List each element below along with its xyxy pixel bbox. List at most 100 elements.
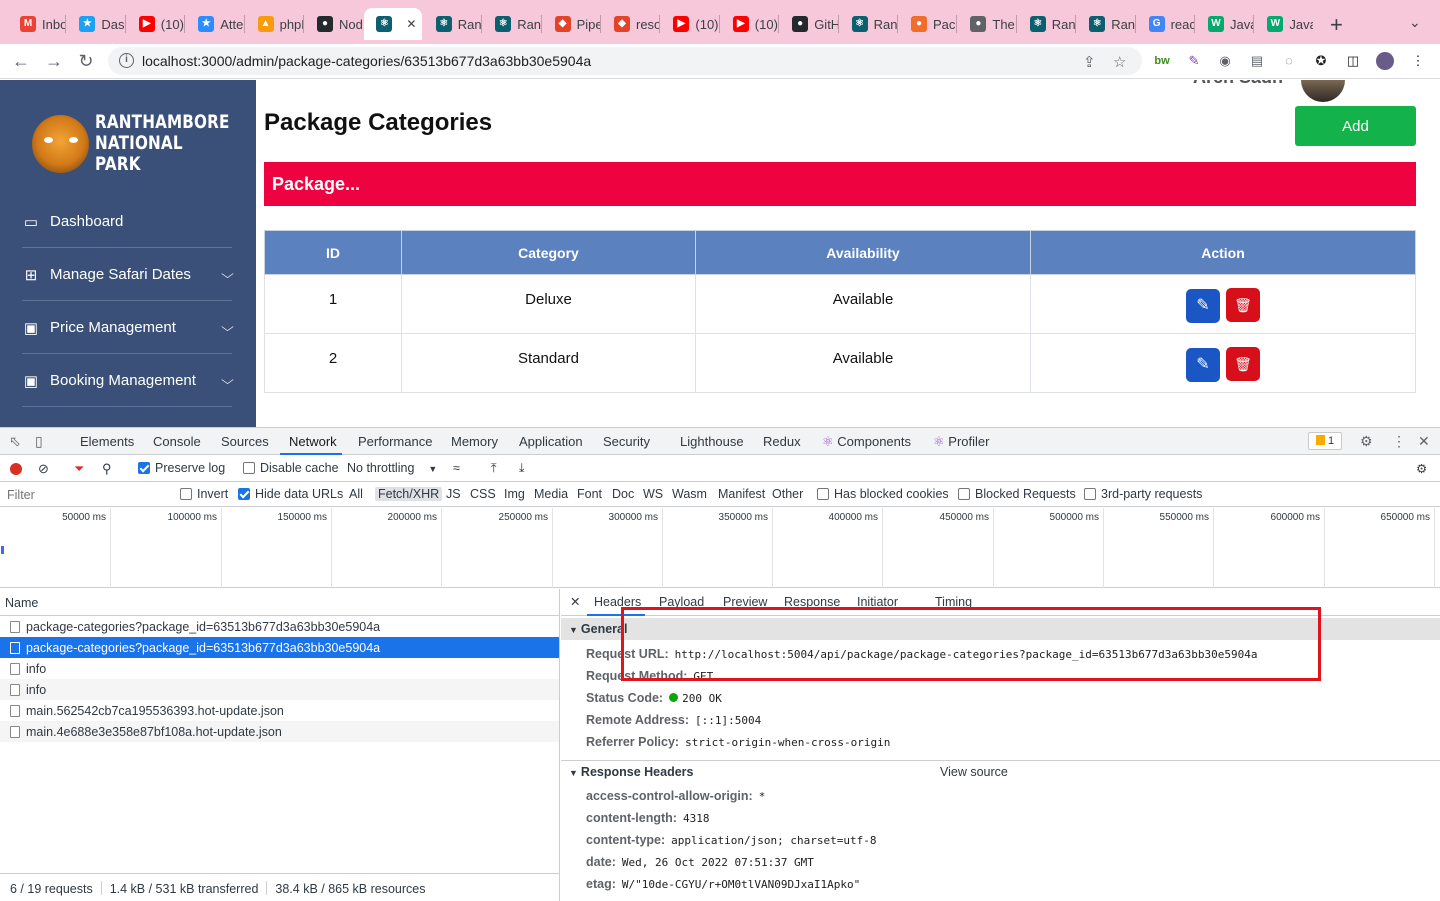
devtools-tab-elements[interactable]: Elements: [80, 434, 134, 449]
filter-type-fetch-xhr[interactable]: Fetch/XHR: [375, 487, 443, 501]
filter-type-ws[interactable]: WS: [643, 487, 663, 501]
browser-tab[interactable]: ⚛ Ranthambore: [1018, 8, 1075, 40]
back-arrow-icon[interactable]: ←: [9, 49, 33, 73]
devtools-tab-redux[interactable]: Redux: [763, 434, 801, 449]
clear-icon[interactable]: ⊘: [38, 461, 49, 477]
close-tab-icon[interactable]: ✕: [406, 17, 416, 31]
browser-tab-active[interactable]: ⚛ ✕: [364, 8, 422, 40]
request-row[interactable]: package-categories?package_id=63513b677d…: [0, 616, 559, 637]
device-toolbar-icon[interactable]: ▯: [35, 433, 43, 450]
browser-tab[interactable]: Greact: [1137, 8, 1194, 40]
close-detail-icon[interactable]: ✕: [570, 594, 580, 609]
request-row[interactable]: info: [0, 658, 559, 679]
browser-tab[interactable]: ● The: [958, 8, 1015, 40]
settings-gear-icon[interactable]: ⚙: [1360, 433, 1373, 450]
name-column-header[interactable]: Name: [0, 589, 559, 616]
browser-tab[interactable]: ▶ (10): [661, 8, 719, 40]
devtools-tab-components[interactable]: ⚛ Components: [822, 434, 911, 450]
filter-type-js[interactable]: JS: [446, 487, 461, 501]
devtools-tab-console[interactable]: Console: [153, 434, 201, 449]
filter-type-doc[interactable]: Doc: [612, 487, 634, 501]
filter-type-wasm[interactable]: Wasm: [672, 487, 707, 501]
add-button[interactable]: Add: [1295, 106, 1416, 146]
filter-type-manifest[interactable]: Manifest: [718, 487, 765, 501]
browser-tab[interactable]: ● Node: [305, 8, 362, 40]
devtools-menu-icon[interactable]: ⋮: [1392, 433, 1406, 450]
browser-tab[interactable]: ⚛ Ranthambore: [840, 8, 897, 40]
new-tab-button[interactable]: +: [1330, 12, 1343, 38]
export-har-icon[interactable]: ⤓: [519, 461, 525, 476]
extension-bw-icon[interactable]: bw: [1153, 52, 1171, 70]
extension-circle-icon[interactable]: ◌: [1280, 52, 1298, 70]
share-icon[interactable]: ⇪: [1083, 53, 1096, 71]
view-source-link[interactable]: View source: [940, 765, 1008, 779]
hide-data-urls-checkbox[interactable]: Hide data URLs: [238, 487, 343, 501]
devtools-tab-network[interactable]: Network: [289, 434, 337, 449]
browser-tab[interactable]: ★ Dashboard: [67, 8, 125, 40]
browser-tab[interactable]: ▲ phpMyAdmin: [246, 8, 303, 40]
detail-tab-initiator[interactable]: Initiator: [857, 595, 898, 609]
preserve-log-checkbox[interactable]: Preserve log: [138, 461, 225, 475]
tab-search-chevron-icon[interactable]: ⌄: [1409, 14, 1421, 31]
response-headers-section-header[interactable]: ▼ Response Headers View source: [561, 760, 1440, 782]
detail-tab-headers[interactable]: Headers: [594, 595, 641, 609]
extension-wallet-icon[interactable]: ◉: [1216, 52, 1234, 70]
throttling-select[interactable]: No throttling ▼: [347, 461, 437, 475]
import-har-icon[interactable]: ⤒: [491, 461, 497, 476]
has-blocked-cookies-checkbox[interactable]: Has blocked cookies: [817, 487, 949, 501]
user-avatar[interactable]: [1301, 80, 1345, 102]
browser-tab[interactable]: ⚛ Ranthambore: [1077, 8, 1135, 40]
devtools-tab-application[interactable]: Application: [519, 434, 583, 449]
browser-tab[interactable]: ⚛ Ranthambore: [483, 8, 541, 40]
extension-new-icon[interactable]: ▤: [1248, 52, 1266, 70]
filter-type-other[interactable]: Other: [772, 487, 803, 501]
park-logo[interactable]: RANTHAMBORE NATIONAL PARK: [32, 112, 264, 175]
network-settings-gear-icon[interactable]: ⚙: [1416, 461, 1427, 476]
browser-tab[interactable]: ● GitHub: [780, 8, 838, 40]
filter-type-img[interactable]: Img: [504, 487, 525, 501]
network-conditions-icon[interactable]: ≈: [453, 461, 460, 475]
browser-tab[interactable]: M Inbox: [8, 8, 65, 40]
edit-button[interactable]: ✎: [1186, 289, 1220, 323]
devtools-tab-lighthouse[interactable]: Lighthouse: [680, 434, 744, 449]
devtools-tab-security[interactable]: Security: [603, 434, 650, 449]
detail-tab-timing[interactable]: Timing: [935, 595, 972, 609]
general-section-header[interactable]: ▼ General: [561, 618, 1440, 640]
sidebar-item-dashboard[interactable]: ▭ Dashboard: [22, 196, 232, 248]
browser-tab[interactable]: ▶ (10): [127, 8, 184, 40]
network-timeline-overview[interactable]: 50000 ms 100000 ms 150000 ms 200000 ms 25000…: [0, 508, 1440, 588]
browser-tab[interactable]: ▶ (10): [721, 8, 778, 40]
bookmark-star-icon[interactable]: ☆: [1113, 53, 1126, 71]
disable-cache-checkbox[interactable]: Disable cache: [243, 461, 339, 475]
issues-badge[interactable]: 1: [1308, 432, 1342, 450]
inspect-element-icon[interactable]: ⬁: [9, 433, 21, 450]
extensions-puzzle-icon[interactable]: ✪: [1312, 52, 1330, 70]
detail-tab-response[interactable]: Response: [784, 595, 840, 609]
request-row[interactable]: main.4e688e3e358e87bf108a.hot-update.jso…: [0, 721, 559, 742]
site-info-icon[interactable]: i: [119, 53, 134, 68]
close-devtools-icon[interactable]: ✕: [1418, 433, 1430, 450]
devtools-tab-sources[interactable]: Sources: [221, 434, 269, 449]
search-icon[interactable]: ⚲: [102, 461, 112, 477]
browser-tab[interactable]: ◆ resources: [602, 8, 659, 40]
request-row[interactable]: main.562542cb7ca195536393.hot-update.jso…: [0, 700, 559, 721]
record-icon[interactable]: [10, 463, 22, 475]
devtools-tab-memory[interactable]: Memory: [451, 434, 498, 449]
detail-tab-preview[interactable]: Preview: [723, 595, 767, 609]
filter-input[interactable]: [4, 485, 166, 504]
browser-tab[interactable]: W JavaScript: [1196, 8, 1253, 40]
browser-tab[interactable]: ⚛ Ranthambore: [424, 8, 481, 40]
request-row[interactable]: info: [0, 679, 559, 700]
delete-button[interactable]: 🗑: [1226, 288, 1260, 322]
filter-type-media[interactable]: Media: [534, 487, 568, 501]
devtools-tab-performance[interactable]: Performance: [358, 434, 432, 449]
browser-tab[interactable]: ◆ Pipelines: [543, 8, 600, 40]
profile-avatar[interactable]: [1376, 52, 1394, 70]
sidebar-item-manage-safari-dates[interactable]: ⊞ Manage Safari Dates ⌵: [22, 249, 234, 301]
filter-type-font[interactable]: Font: [577, 487, 602, 501]
sidebar-item-booking-management[interactable]: ▣ Booking Management ⌵: [22, 355, 234, 407]
browser-menu-icon[interactable]: ⋮: [1409, 52, 1427, 70]
filter-type-all[interactable]: All: [349, 487, 363, 501]
delete-button[interactable]: 🗑: [1226, 347, 1260, 381]
blocked-requests-checkbox[interactable]: Blocked Requests: [958, 487, 1076, 501]
